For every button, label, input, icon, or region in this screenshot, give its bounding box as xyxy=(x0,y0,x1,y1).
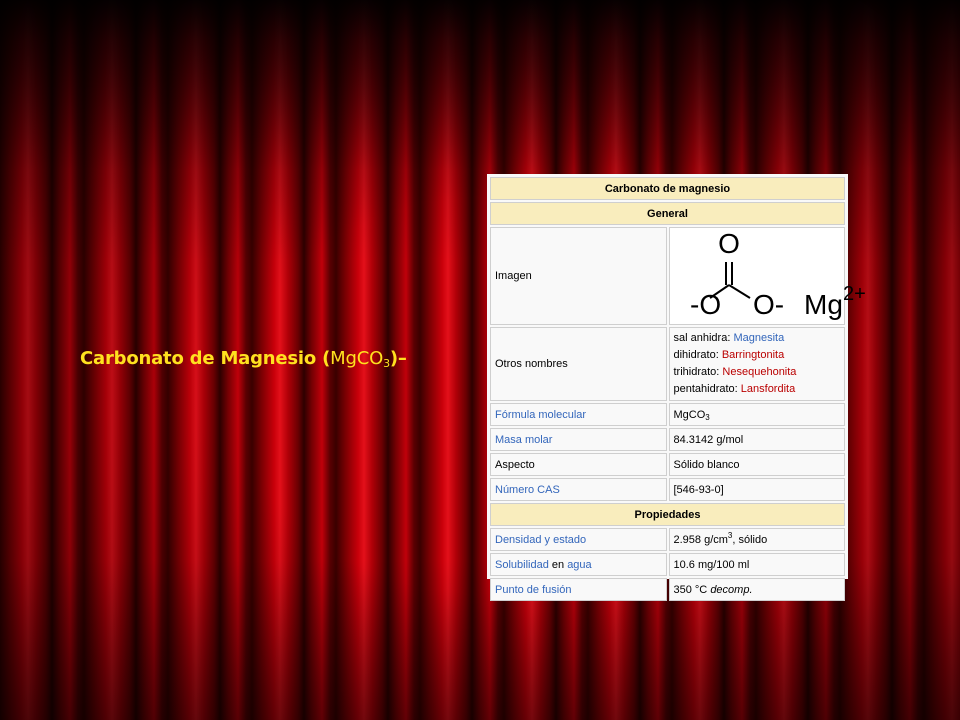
link-densidad[interactable]: Densidad xyxy=(495,534,541,546)
imagen-label: Imagen xyxy=(490,227,667,325)
section-general: General xyxy=(490,202,845,225)
slide-title-formula: MgCO3 xyxy=(330,348,390,370)
otros-nombre-item: pentahidrato: Lansfordita xyxy=(673,383,796,395)
link-punto-fusion[interactable]: Punto de fusión xyxy=(495,584,571,596)
atom-o-top: O xyxy=(718,228,740,259)
section-propiedades: Propiedades xyxy=(490,503,845,526)
structure-image: O -O O- Mg 2+ xyxy=(668,227,865,325)
otros-nombre-item: dihidrato: Barringtonita xyxy=(673,349,785,361)
atom-o-right: O- xyxy=(753,289,784,320)
slide-title-end: )– xyxy=(389,348,407,369)
link-numero-cas[interactable]: Número CAS xyxy=(495,484,560,496)
fusion-value: 350 °C decomp. xyxy=(668,578,845,601)
slide-title: Carbonato de Magnesio (MgCO3)– xyxy=(80,348,407,369)
link-formula-molecular[interactable]: Fórmula molecular xyxy=(495,409,586,421)
otros-nombre-item: trihidrato: Nesequehonita xyxy=(673,366,797,378)
link-barringtonita[interactable]: Barringtonita xyxy=(722,349,784,361)
solubilidad-label: Solubilidad en agua xyxy=(490,553,667,576)
cas-value: [546-93-0] xyxy=(668,478,845,501)
otros-nombre-item: sal anhidra: Magnesita xyxy=(673,332,785,344)
carbonate-structure-diagram: O -O O- Mg 2+ xyxy=(690,228,866,320)
slide-title-text: Carbonato de Magnesio ( xyxy=(80,348,331,369)
aspecto-value: Sólido blanco xyxy=(668,453,845,476)
link-lansfordita[interactable]: Lansfordita xyxy=(741,383,795,395)
link-solubilidad[interactable]: Solubilidad xyxy=(495,559,549,571)
densidad-label: Densidad y estado xyxy=(490,528,667,551)
infobox-title: Carbonato de magnesio xyxy=(490,177,845,200)
aspecto-label: Aspecto xyxy=(490,453,667,476)
cation-charge: 2+ xyxy=(843,283,866,305)
densidad-value: 2.958 g/cm3, sólido xyxy=(668,528,845,551)
chem-infobox: Carbonato de magnesio General Imagen O -… xyxy=(487,174,865,601)
link-estado[interactable]: estado xyxy=(553,534,586,546)
solubilidad-value: 10.6 mg/100 ml xyxy=(668,553,845,576)
masa-value: 84.3142 g/mol xyxy=(668,428,845,451)
link-nesequehonita[interactable]: Nesequehonita xyxy=(722,366,796,378)
otros-nombres-list: sal anhidra: Magnesita dihidrato: Barrin… xyxy=(668,327,845,401)
cation-mg: Mg xyxy=(804,289,843,320)
formula-value: MgCO3 xyxy=(668,403,845,426)
link-magnesita[interactable]: Magnesita xyxy=(733,332,784,344)
atom-o-left: -O xyxy=(690,289,721,320)
link-masa-molar[interactable]: Masa molar xyxy=(495,434,552,446)
otros-nombres-label: Otros nombres xyxy=(490,327,667,401)
link-agua[interactable]: agua xyxy=(567,559,591,571)
